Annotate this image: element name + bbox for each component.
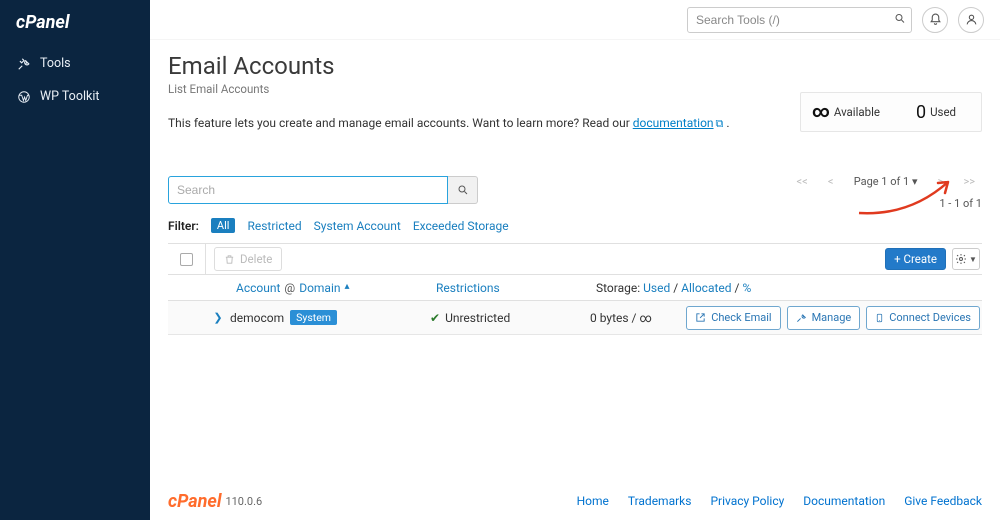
pager: << < Page 1 of 1 ▾ > >> — [790, 169, 982, 193]
account-button[interactable] — [958, 7, 984, 33]
storage-cell: 0 bytes / ∞ — [590, 311, 686, 325]
filter-row: Filter: All Restricted System Account Ex… — [168, 218, 982, 233]
logo: cPanel — [0, 0, 150, 47]
filter-exceeded-storage[interactable]: Exceeded Storage — [413, 219, 509, 233]
settings-button[interactable]: ▼ — [952, 248, 980, 270]
th-restrictions[interactable]: Restrictions — [430, 281, 590, 295]
sidebar-item-label: WP Toolkit — [40, 89, 99, 104]
create-label: + Create — [894, 252, 937, 266]
filter-all[interactable]: All — [211, 218, 236, 233]
stats-box: ∞ Available 0 Used — [800, 92, 982, 132]
bell-icon — [929, 13, 942, 26]
external-link-icon — [695, 312, 706, 323]
pager-first[interactable]: << — [790, 169, 815, 193]
account-name: democom — [230, 311, 284, 325]
delete-button[interactable]: Delete — [214, 247, 282, 271]
infinity-icon: ∞ — [812, 102, 830, 122]
wrench-icon — [796, 312, 807, 323]
wp-icon — [16, 90, 31, 104]
trash-icon — [224, 254, 235, 265]
user-icon — [965, 13, 978, 26]
topbar — [150, 0, 1000, 40]
table-controls: << < Page 1 of 1 ▾ > >> 1 - 1 of 1 — [168, 169, 982, 210]
footer-link-privacy[interactable]: Privacy Policy — [710, 494, 784, 508]
sidebar-item-wp-toolkit[interactable]: WP Toolkit — [0, 80, 150, 113]
pager-prev[interactable]: < — [819, 169, 843, 193]
footer: cPanel 110.0.6 Home Trademarks Privacy P… — [150, 482, 1000, 520]
intro-suffix: . — [723, 116, 729, 130]
th-storage-allocated[interactable]: Allocated — [681, 281, 731, 295]
th-storage-percent[interactable]: % — [742, 281, 751, 295]
select-all-cell — [168, 243, 206, 275]
notifications-button[interactable] — [922, 7, 948, 33]
content: Email Accounts List Email Accounts This … — [150, 40, 1000, 520]
select-all-checkbox[interactable] — [180, 253, 193, 266]
check-icon: ✔ — [430, 311, 440, 325]
search-tools-input[interactable] — [687, 7, 912, 33]
check-email-button[interactable]: Check Email — [686, 306, 780, 330]
search-icon — [894, 12, 906, 27]
filter-label: Filter: — [168, 219, 199, 233]
filter-search-input[interactable] — [168, 176, 448, 204]
sort-asc-icon: ▴ — [345, 281, 350, 295]
stat-label: Used — [930, 105, 956, 119]
th-account[interactable]: Account @ Domain ▴ — [230, 281, 430, 295]
pager-range: 1 - 1 of 1 — [939, 197, 982, 210]
tools-icon — [16, 57, 31, 71]
footer-link-trademarks[interactable]: Trademarks — [628, 494, 692, 508]
filter-search — [168, 176, 448, 204]
filter-system-account[interactable]: System Account — [314, 219, 401, 233]
connect-devices-button[interactable]: Connect Devices — [866, 306, 980, 330]
search-icon — [457, 184, 469, 196]
system-badge: System — [290, 310, 337, 325]
stat-available: ∞ Available — [801, 93, 891, 131]
manage-button[interactable]: Manage — [787, 306, 861, 330]
restriction-text: Unrestricted — [445, 311, 510, 325]
filter-restricted[interactable]: Restricted — [247, 219, 301, 233]
pager-block: << < Page 1 of 1 ▾ > >> 1 - 1 of 1 — [790, 169, 982, 210]
logo-text: cPanel — [16, 12, 69, 33]
expand-row[interactable]: ❯ — [206, 311, 230, 324]
stat-label: Available — [834, 105, 880, 119]
restriction-cell: ✔ Unrestricted — [430, 311, 590, 325]
intro-prefix: This feature lets you create and manage … — [168, 116, 633, 130]
table-row: ❯ democom System ✔ Unrestricted 0 bytes … — [168, 301, 982, 335]
stat-used: 0 Used — [891, 93, 981, 131]
sidebar-item-label: Tools — [40, 56, 71, 71]
sidebar-item-tools[interactable]: Tools — [0, 47, 150, 80]
filter-search-button[interactable] — [448, 176, 478, 204]
page-title: Email Accounts — [168, 52, 982, 80]
pager-next[interactable]: > — [928, 169, 952, 193]
footer-link-docs[interactable]: Documentation — [803, 494, 885, 508]
footer-logo: cPanel — [168, 491, 221, 512]
pager-label[interactable]: Page 1 of 1 ▾ — [847, 169, 925, 193]
sidebar: cPanel Tools WP Toolkit — [0, 0, 150, 520]
table-header: Account @ Domain ▴ Restrictions Storage:… — [168, 275, 982, 301]
create-button[interactable]: + Create — [885, 248, 946, 270]
documentation-link[interactable]: documentation — [633, 116, 714, 130]
gear-icon — [955, 253, 967, 265]
main: Email Accounts List Email Accounts This … — [150, 0, 1000, 520]
footer-version: 110.0.6 — [225, 495, 262, 508]
action-bar: Delete + Create ▼ — [168, 243, 982, 275]
th-storage-used[interactable]: Used — [643, 281, 670, 295]
delete-label: Delete — [240, 252, 272, 266]
search-tools — [687, 7, 912, 33]
footer-link-home[interactable]: Home — [577, 494, 609, 508]
chevron-down-icon: ▼ — [969, 255, 977, 264]
pager-last[interactable]: >> — [956, 169, 982, 193]
th-storage: Storage: Used / Allocated / % — [590, 281, 757, 295]
footer-link-feedback[interactable]: Give Feedback — [904, 494, 982, 508]
mobile-icon — [875, 312, 884, 324]
stat-value: 0 — [916, 102, 926, 123]
